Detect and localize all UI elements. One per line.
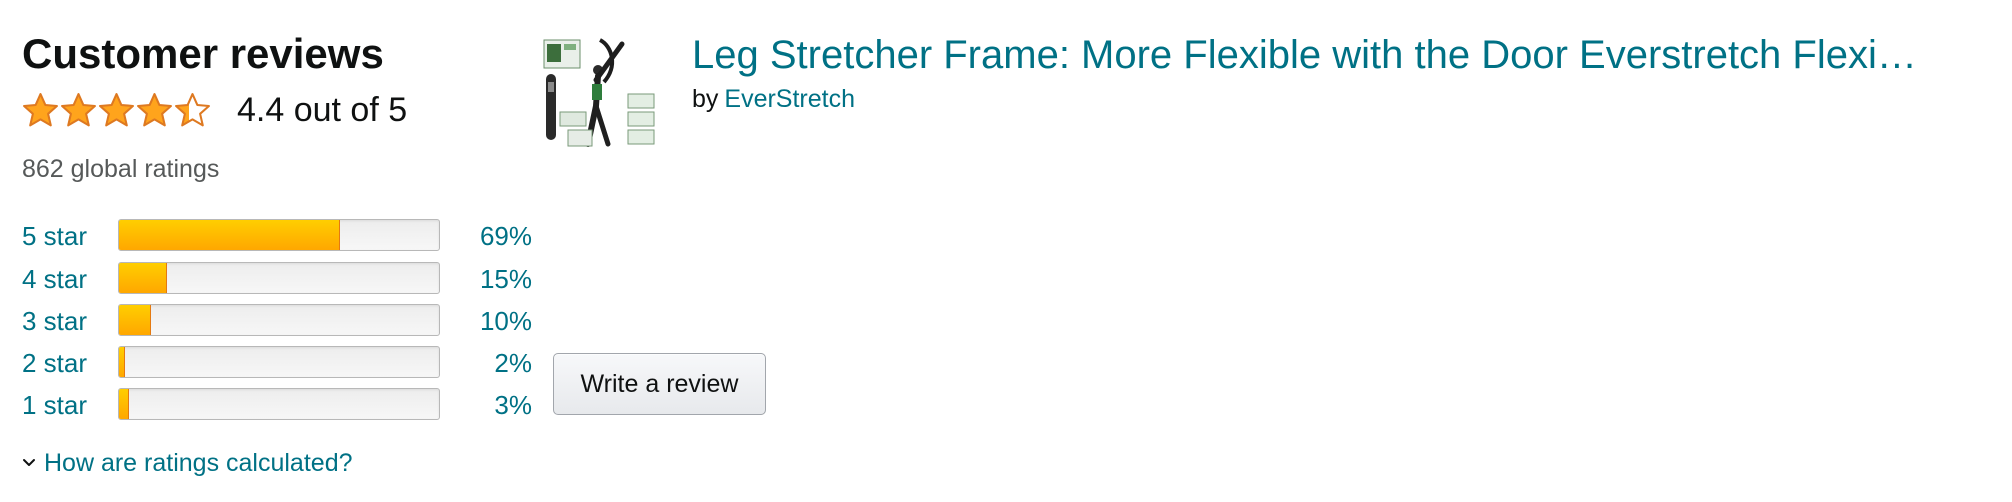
histogram-label[interactable]: 4 star [22, 261, 87, 297]
histogram-bar[interactable] [118, 304, 440, 336]
how-ratings-calculated-toggle[interactable]: How are ratings calculated? [22, 446, 353, 480]
star-icon [175, 93, 210, 127]
histogram-percent[interactable]: 2% [462, 345, 532, 381]
star-icon [23, 93, 58, 127]
histogram-bar[interactable] [118, 346, 440, 378]
star-icon [137, 93, 172, 127]
histogram-label[interactable]: 1 star [22, 387, 87, 423]
star-rating [22, 92, 212, 128]
customer-reviews-heading: Customer reviews [22, 30, 384, 77]
histogram-percent[interactable]: 69% [462, 218, 532, 254]
star-icon [61, 93, 96, 127]
by-label: by [692, 85, 719, 113]
histogram-fill [119, 263, 167, 293]
histogram-bar[interactable] [118, 219, 440, 251]
histogram-bar[interactable] [118, 262, 440, 294]
histogram-label[interactable]: 5 star [22, 218, 87, 254]
histogram-row-1-star[interactable]: 1 star 3% [22, 387, 532, 423]
global-ratings-count: 862 global ratings [22, 155, 220, 183]
average-rating: 4.4 out of 5 [22, 84, 407, 136]
histogram-row-3-star[interactable]: 3 star 10% [22, 303, 532, 339]
histogram-percent[interactable]: 15% [462, 261, 532, 297]
product-image[interactable] [538, 36, 660, 152]
histogram-fill [119, 220, 340, 250]
product-byline: by EverStretch [692, 82, 855, 116]
rating-text: 4.4 out of 5 [237, 90, 408, 129]
histogram-label[interactable]: 2 star [22, 345, 87, 381]
brand-link[interactable]: EverStretch [724, 85, 855, 113]
product-title-link[interactable]: Leg Stretcher Frame: More Flexible with … [692, 28, 1994, 82]
star-icon [99, 93, 134, 127]
how-ratings-calculated-link[interactable]: How are ratings calculated? [44, 446, 353, 480]
write-review-button[interactable]: Write a review [553, 353, 766, 415]
histogram-fill [119, 389, 129, 419]
histogram-row-4-star[interactable]: 4 star 15% [22, 261, 532, 297]
histogram-percent[interactable]: 10% [462, 303, 532, 339]
histogram-label[interactable]: 3 star [22, 303, 87, 339]
histogram-row-5-star[interactable]: 5 star 69% [22, 218, 532, 254]
histogram-row-2-star[interactable]: 2 star 2% [22, 345, 532, 381]
histogram-percent[interactable]: 3% [462, 387, 532, 423]
histogram-fill [119, 347, 126, 377]
chevron-down-icon [23, 459, 35, 466]
histogram-fill [119, 305, 151, 335]
histogram-bar[interactable] [118, 388, 440, 420]
